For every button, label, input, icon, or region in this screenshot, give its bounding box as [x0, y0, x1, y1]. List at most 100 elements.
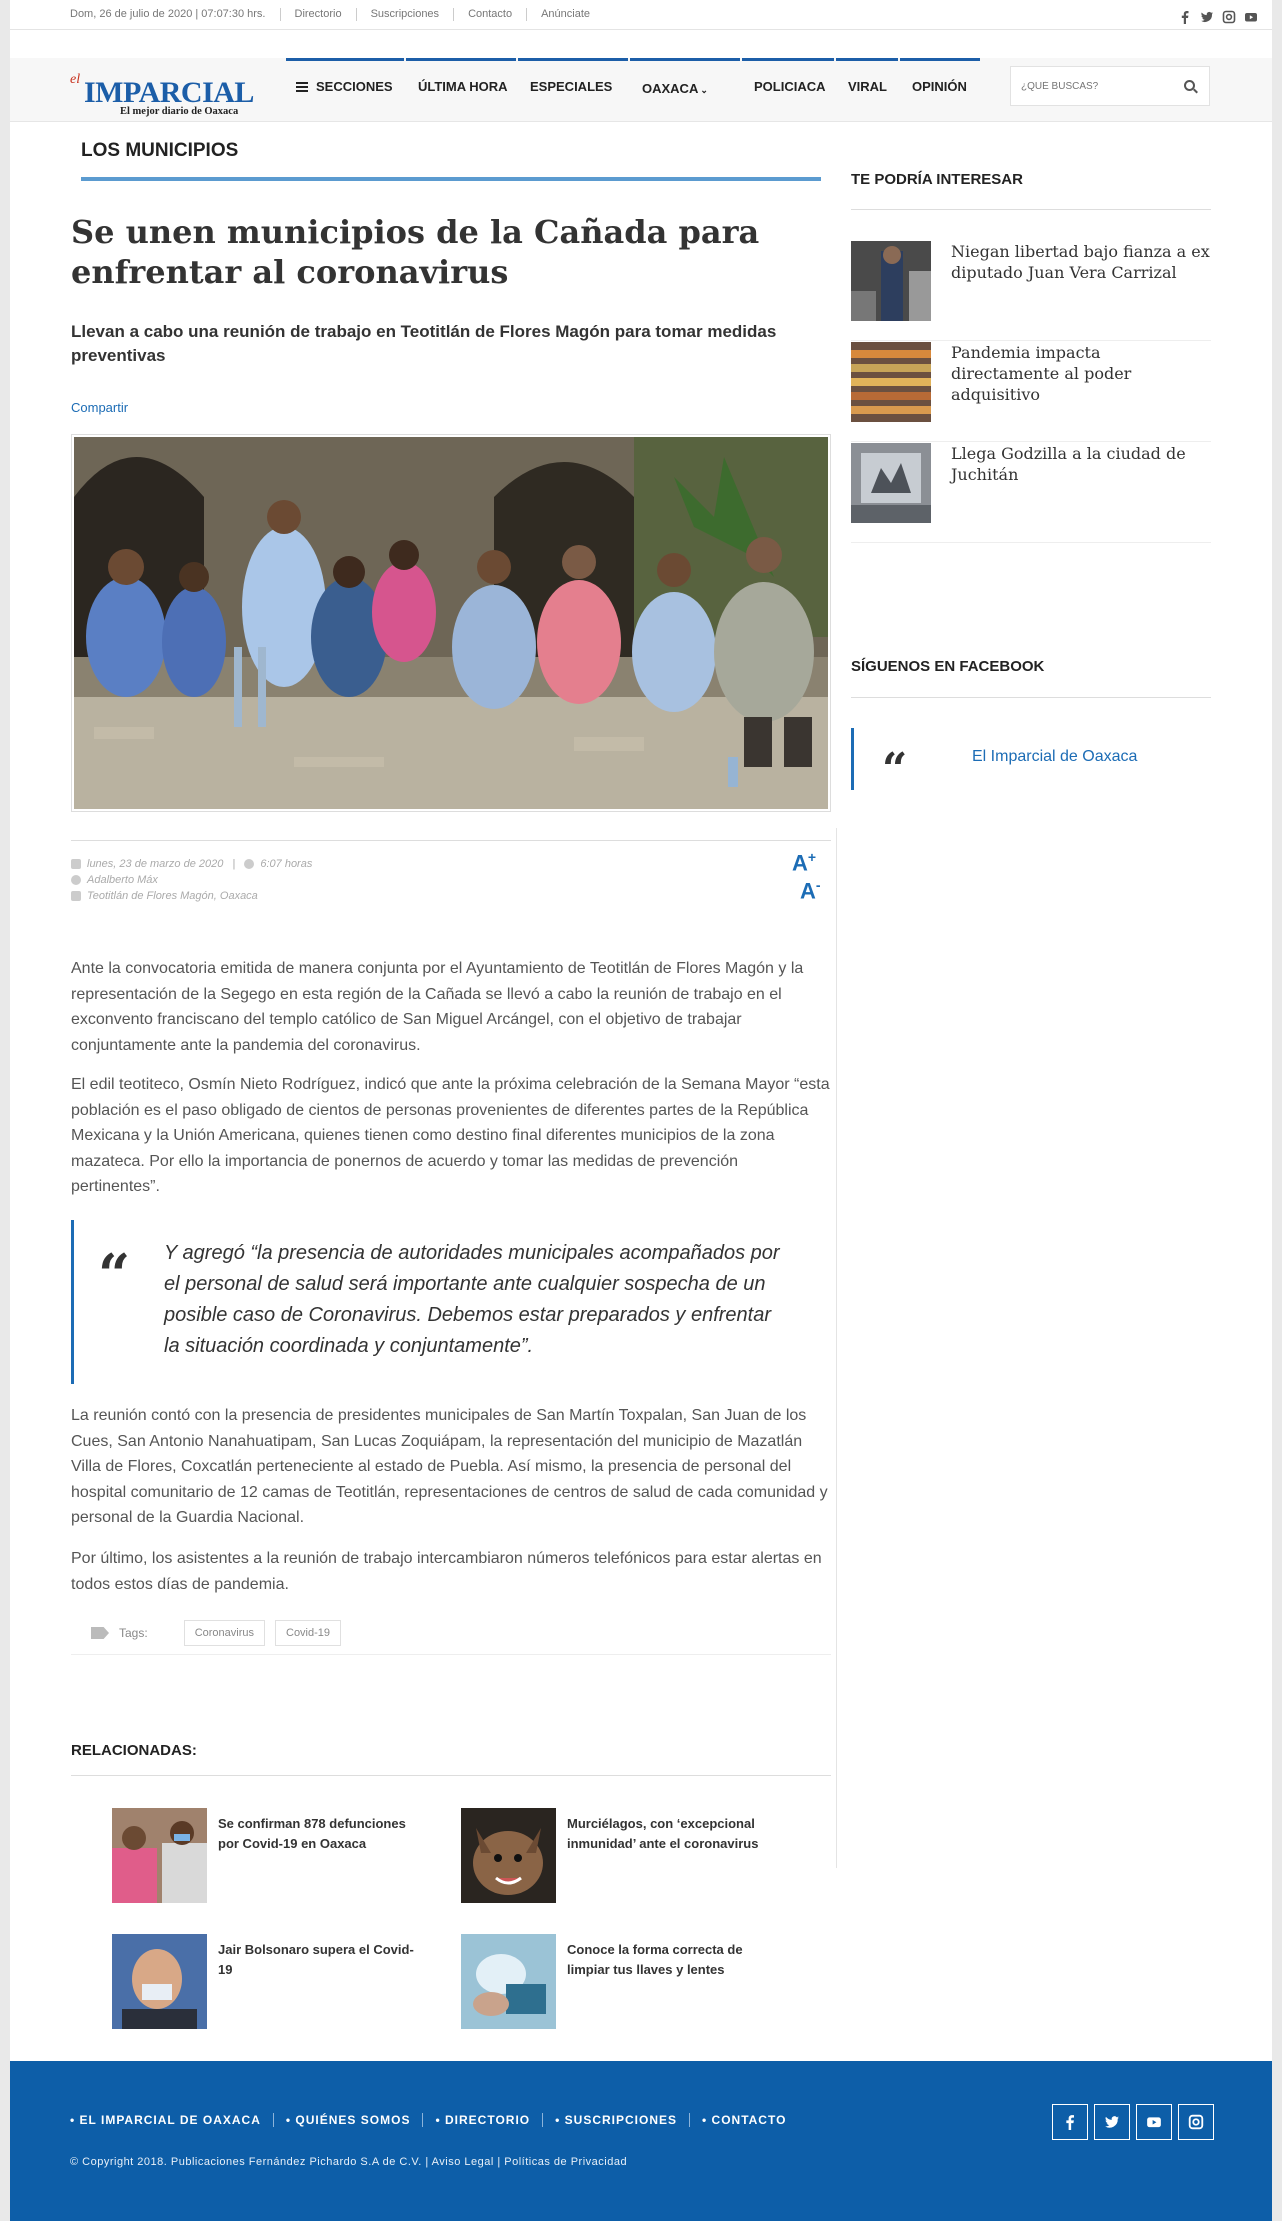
article-title: Se unen municipios de la Cañada para enf…	[71, 213, 760, 291]
tags-divider	[71, 1654, 831, 1655]
article-photo	[71, 434, 831, 812]
facebook-icon[interactable]	[1178, 10, 1192, 24]
article-subtitle: Llevan a cabo una reunión de trabajo en …	[71, 322, 777, 365]
tag-coronavirus[interactable]: Coronavirus	[183, 1620, 265, 1646]
related-item[interactable]: Conoce la forma correcta de limpiar tus …	[461, 1934, 791, 2029]
sidebar-story[interactable]: Llega Godzilla a la ciudad de Juchitán	[851, 443, 1211, 543]
article-paragraph-4: Por último, los asistentes a la reunión …	[71, 1550, 822, 1593]
tag-icon	[91, 1627, 109, 1639]
sidebar-story-title: Llega Godzilla a la ciudad de Juchitán	[951, 444, 1186, 484]
tags-label: Tags:	[119, 1626, 148, 1640]
related-title: RELACIONADAS:	[71, 1742, 197, 1759]
sidebar-facebook-divider	[851, 697, 1211, 698]
nav-viral[interactable]: VIRAL	[836, 58, 898, 122]
column-divider	[836, 828, 837, 1868]
nav-oaxaca[interactable]: OAXACA ⌄	[630, 58, 740, 122]
footer-link-directorio[interactable]: • DIRECTORIO	[422, 2113, 542, 2127]
share-link[interactable]: Compartir	[71, 400, 128, 415]
twitter-icon[interactable]	[1200, 10, 1214, 24]
nav-sections[interactable]: SECCIONES	[286, 58, 404, 122]
section-title[interactable]: LOS MUNICIPIOS	[81, 140, 238, 162]
nav-opinion[interactable]: OPINIÓN	[900, 58, 980, 122]
sidebar-story-title: Niegan libertad bajo fianza a ex diputad…	[951, 242, 1210, 282]
logo-tagline: El mejor diario de Oaxaca	[120, 106, 239, 117]
article-paragraph-1: Ante la convocatoria emitida de manera c…	[71, 960, 804, 1054]
font-decrease-button[interactable]: A-	[792, 874, 821, 902]
current-date: Dom, 26 de julio de 2020 | 07:07:30 hrs.	[70, 8, 266, 20]
top-link-directorio[interactable]: Directorio	[279, 8, 356, 21]
minus-icon: -	[815, 877, 821, 894]
meta-divider	[71, 840, 831, 841]
blockquote-text: Y agregó “la presencia de autoridades mu…	[164, 1242, 780, 1357]
sidebar-facebook-title: SÍGUENOS EN FACEBOOK	[851, 658, 1045, 675]
footer-link-imparcial[interactable]: • EL IMPARCIAL DE OAXACA	[70, 2113, 273, 2127]
sidebar-interest-divider	[851, 209, 1211, 210]
article-date: lunes, 23 de marzo de 2020	[87, 858, 224, 870]
location-icon	[71, 891, 81, 901]
related-item-title: Murciélagos, con ‘excepcional inmunidad’…	[567, 1816, 759, 1851]
site-logo[interactable]: el IMPARCIAL El mejor diario de Oaxaca	[70, 70, 270, 117]
footer-youtube-button[interactable]	[1136, 2104, 1172, 2140]
instagram-icon[interactable]	[1222, 10, 1236, 24]
sidebar-story-title: Pandemia impacta directamente al poder a…	[951, 343, 1132, 404]
related-divider	[71, 1775, 831, 1776]
plus-icon: +	[807, 849, 817, 865]
user-icon	[71, 875, 81, 885]
youtube-icon[interactable]	[1244, 10, 1258, 24]
nav-sections-label: SECCIONES	[316, 79, 393, 94]
page: Dom, 26 de julio de 2020 | 07:07:30 hrs.…	[10, 0, 1272, 2221]
footer-copyright: © Copyright 2018. Publicaciones Fernánde…	[70, 2156, 628, 2168]
related-item[interactable]: Murciélagos, con ‘excepcional inmunidad’…	[461, 1808, 791, 1903]
nav-oaxaca-label: OAXACA	[642, 81, 699, 96]
logo-prefix: el	[70, 72, 81, 87]
font-increase-button[interactable]: A+	[792, 846, 821, 874]
footer-instagram-button[interactable]	[1178, 2104, 1214, 2140]
top-link-contacto[interactable]: Contacto	[453, 8, 526, 21]
related-item-title: Conoce la forma correcta de limpiar tus …	[567, 1942, 743, 1977]
top-link-anunciate[interactable]: Anúnciate	[526, 8, 604, 21]
footer-link-quienes-somos[interactable]: • QUIÉNES SOMOS	[272, 2113, 423, 2127]
calendar-icon	[71, 859, 81, 869]
sidebar-story[interactable]: Pandemia impacta directamente al poder a…	[851, 342, 1211, 442]
nav-especiales[interactable]: ESPECIALES	[518, 58, 628, 122]
facebook-icon	[1066, 2115, 1074, 2130]
sidebar-story[interactable]: Niegan libertad bajo fianza a ex diputad…	[851, 241, 1211, 341]
related-item-title: Se confirman 878 defunciones por Covid-1…	[218, 1816, 406, 1851]
sidebar-thumb-image	[851, 241, 931, 321]
footer-link-suscripciones[interactable]: • SUSCRIPCIONES	[542, 2113, 689, 2127]
sidebar-interest-title: TE PODRÍA INTERESAR	[851, 171, 1023, 188]
footer-facebook-button[interactable]	[1052, 2104, 1088, 2140]
related-item[interactable]: Jair Bolsonaro supera el Covid-19	[112, 1934, 442, 2029]
nav-policiaca[interactable]: POLICIACA	[742, 58, 834, 122]
sidebar-thumb-image	[851, 342, 931, 422]
search-icon[interactable]	[1184, 80, 1195, 91]
top-link-suscripciones[interactable]: Suscripciones	[355, 8, 453, 21]
article-location: Teotitlán de Flores Magón, Oaxaca	[87, 890, 258, 902]
tag-covid-19[interactable]: Covid-19	[275, 1620, 342, 1646]
facebook-page-link[interactable]: El Imparcial de Oaxaca	[972, 748, 1137, 766]
chevron-down-icon: ⌄	[700, 85, 708, 95]
footer-link-contacto[interactable]: • CONTACTO	[689, 2113, 798, 2127]
font-decrease-label: A	[800, 878, 816, 904]
section-underline	[81, 177, 821, 181]
top-social	[1178, 10, 1258, 24]
quote-icon: “	[882, 744, 908, 795]
footer-twitter-button[interactable]	[1094, 2104, 1130, 2140]
nav-ultima-hora[interactable]: ÚLTIMA HORA	[406, 58, 516, 122]
related-item-title: Jair Bolsonaro supera el Covid-19	[218, 1942, 414, 1977]
clock-icon	[244, 859, 255, 869]
article-paragraph-3: La reunión contó con la presencia de pre…	[71, 1407, 828, 1526]
font-size-controls: A+ A-	[792, 846, 821, 903]
related-thumb-image	[112, 1808, 207, 1903]
related-thumb-image	[461, 1934, 556, 2029]
search-box	[1010, 66, 1210, 106]
quote-icon: “	[98, 1242, 131, 1308]
article-meta: lunes, 23 de marzo de 2020 | 6:07 horas …	[71, 856, 312, 904]
article-paragraph-2: El edil teotiteco, Osmín Nieto Rodríguez…	[71, 1076, 830, 1195]
related-thumb-image	[461, 1808, 556, 1903]
search-input[interactable]	[1011, 67, 1171, 105]
related-item[interactable]: Se confirman 878 defunciones por Covid-1…	[112, 1808, 442, 1903]
facebook-widget: “ El Imparcial de Oaxaca	[851, 728, 1211, 795]
meta-location-row: Teotitlán de Flores Magón, Oaxaca	[71, 888, 312, 904]
meta-separator: |	[229, 858, 239, 870]
